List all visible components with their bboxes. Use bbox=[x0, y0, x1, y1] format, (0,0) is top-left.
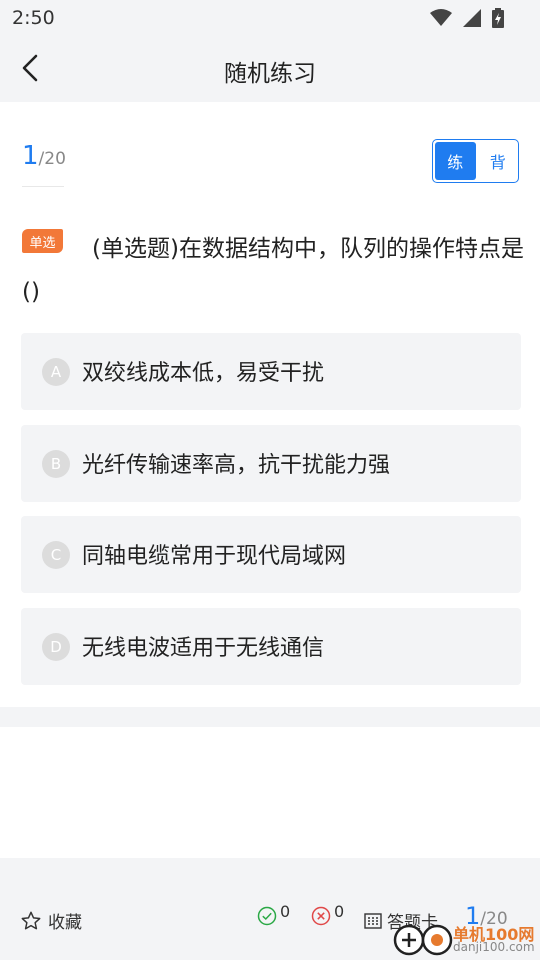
option-letter: D bbox=[42, 633, 70, 661]
wrong-count-value: 0 bbox=[334, 901, 345, 921]
watermark: 单机100网 danji100.com bbox=[393, 918, 540, 960]
option-c[interactable]: C 同轴电缆常用于现代局域网 bbox=[21, 516, 521, 593]
option-text: 无线电波适用于无线通信 bbox=[82, 636, 325, 661]
option-text: 同轴电缆常用于现代局域网 bbox=[82, 544, 347, 569]
battery-icon bbox=[492, 7, 504, 28]
option-letter: A bbox=[42, 358, 70, 386]
option-text: 光纤传输速率高，抗干扰能力强 bbox=[82, 453, 391, 478]
correct-count: 0 bbox=[257, 902, 290, 926]
watermark-logo-icon bbox=[393, 924, 453, 956]
progress-underline bbox=[22, 186, 64, 187]
favorite-label: 收藏 bbox=[48, 913, 82, 933]
grid-icon bbox=[364, 912, 382, 929]
wrong-count: 0 bbox=[311, 902, 344, 926]
option-d[interactable]: D 无线电波适用于无线通信 bbox=[21, 608, 521, 685]
option-letter: C bbox=[42, 541, 70, 569]
option-b[interactable]: B 光纤传输速率高，抗干扰能力强 bbox=[21, 425, 521, 502]
progress-total: /20 bbox=[38, 149, 66, 169]
star-icon bbox=[21, 911, 41, 929]
x-circle-icon bbox=[311, 906, 331, 926]
nav-bar: 随机练习 bbox=[0, 36, 540, 102]
signal-icon bbox=[462, 8, 481, 27]
wifi-icon bbox=[429, 8, 452, 26]
watermark-url: danji100.com bbox=[453, 940, 535, 954]
status-icons bbox=[424, 7, 504, 28]
option-text: 双绞线成本低，易受干扰 bbox=[82, 361, 325, 386]
practice-mode-button[interactable]: 练 bbox=[435, 142, 476, 180]
mode-toggle: 练 背 bbox=[432, 139, 519, 183]
page-title: 随机练习 bbox=[224, 61, 316, 87]
correct-count-value: 0 bbox=[280, 901, 291, 921]
status-time: 2:50 bbox=[12, 7, 55, 29]
favorite-button[interactable]: 收藏 bbox=[20, 908, 82, 933]
option-letter: B bbox=[42, 450, 70, 478]
status-bar: 2:50 bbox=[0, 0, 540, 36]
option-a[interactable]: A 双绞线成本低，易受干扰 bbox=[21, 333, 521, 410]
progress-current: 1 bbox=[22, 141, 39, 171]
question-progress: 1/20 bbox=[22, 141, 66, 171]
question-text: (单选题)在数据结构中，队列的操作特点是() bbox=[22, 236, 524, 305]
recite-mode-button[interactable]: 背 bbox=[478, 140, 519, 182]
section-divider bbox=[0, 707, 540, 727]
check-circle-icon bbox=[257, 906, 277, 926]
